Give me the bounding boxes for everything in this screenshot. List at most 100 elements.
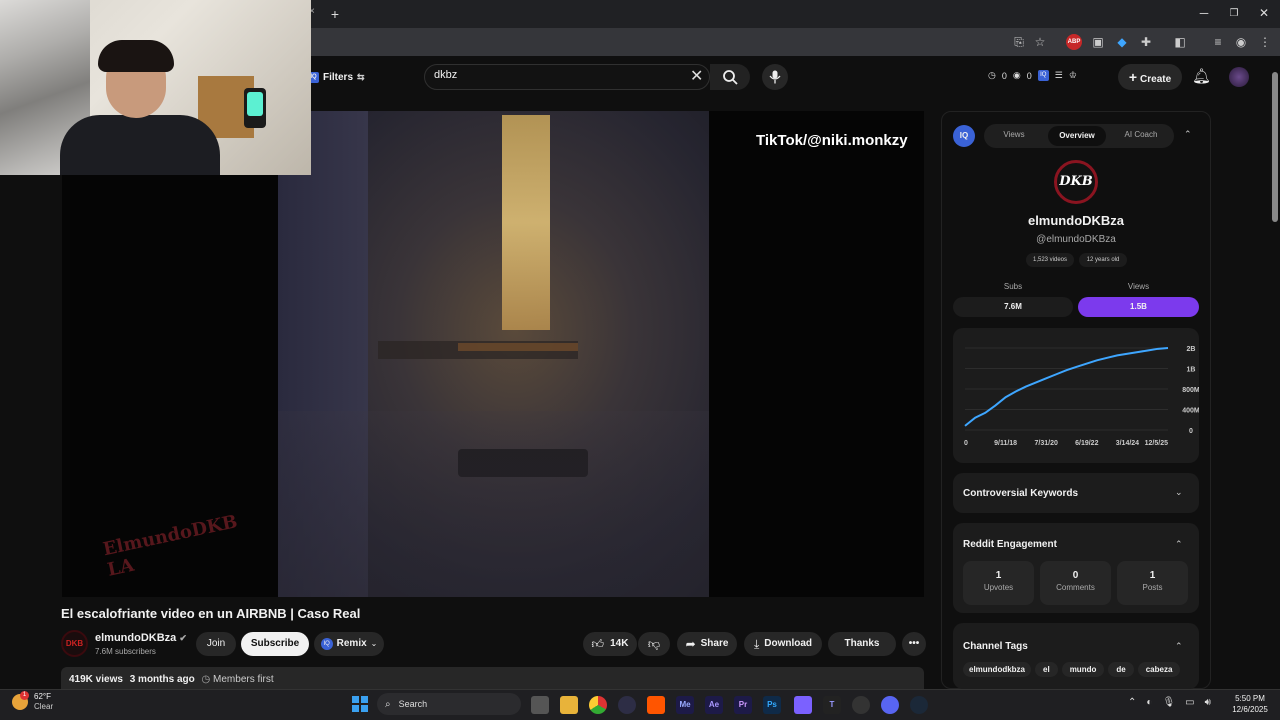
photoshop-icon[interactable]: Ps (763, 696, 781, 714)
subscribe-button[interactable]: Subscribe (241, 632, 309, 656)
after-effects-icon[interactable]: Ae (705, 696, 723, 714)
tag-chip[interactable]: elmundodkbza (963, 662, 1032, 677)
subs-value[interactable]: 7.6M (953, 297, 1073, 317)
upvotes-value: 1 (995, 570, 1002, 581)
bookmark-star-icon[interactable]: ☆ (1032, 34, 1048, 50)
tray-app-icon: ◐ (1146, 697, 1153, 708)
panel-channel-name: elmundoDKBza (1027, 213, 1125, 228)
webcam-overlay (0, 0, 311, 175)
upvotes-label: Upvotes (983, 583, 1014, 592)
split-screen-icon[interactable]: ◧ (1172, 34, 1188, 50)
search-input[interactable]: dkbz (434, 69, 457, 81)
user-avatar[interactable] (1229, 67, 1249, 87)
text-app-icon[interactable]: T (823, 696, 841, 714)
discord-icon[interactable] (881, 696, 899, 714)
chrome-icon[interactable] (589, 696, 607, 714)
taskbar-search-box[interactable]: ⌕ Search (377, 693, 521, 715)
clock[interactable]: 5:50 PM 12/6/2025 (1224, 693, 1276, 715)
profile-icon[interactable]: ◉ (1233, 34, 1249, 50)
download-button[interactable]: ⤓ Download (744, 632, 822, 656)
download-label: Download (764, 638, 813, 649)
tag-chip[interactable]: de (1108, 662, 1134, 677)
notification-badge: 1 (20, 691, 29, 700)
minimize-icon[interactable]: ─ (1194, 6, 1214, 20)
channel-logo: DKB (1054, 160, 1098, 204)
extension-icon[interactable]: ▣ (1090, 34, 1106, 50)
collapse-chevron-icon[interactable]: ⌃ (1175, 641, 1183, 652)
taskbar-search-label: Search (398, 699, 428, 709)
share-button[interactable]: ➦ Share (677, 632, 737, 656)
ad-blocker-extension-icon[interactable]: ABP (1066, 34, 1082, 50)
create-button[interactable]: + Create (1118, 64, 1182, 90)
filters-label: Filters (323, 71, 354, 83)
windows-start-icon[interactable] (352, 696, 368, 712)
vidiq-extension-icon[interactable]: ◆ (1114, 34, 1130, 50)
join-button[interactable]: Join (196, 632, 236, 656)
plus-icon: + (1128, 69, 1138, 85)
new-tab-button[interactable]: + (326, 5, 344, 23)
views-chart: 0 400M 800M 1B 2B 0 9/11/18 7/31/20 6/19/22 3/14/… (964, 346, 1199, 447)
scrollbar-thumb[interactable] (1272, 72, 1278, 222)
download-icon: ⤓ (753, 637, 760, 651)
system-tray[interactable]: ⌃ ◐ 🎙︎ ▭ 🔊︎ (1128, 697, 1211, 708)
thanks-button[interactable]: Thanks (828, 632, 896, 656)
channel-avatar[interactable]: DKB (61, 630, 88, 657)
weather-desc: Clear (34, 702, 54, 711)
weather-widget[interactable]: 1 62°F Clear (12, 691, 54, 712)
share-icon: ➦ (685, 637, 696, 651)
tag-chip[interactable]: el (1035, 662, 1058, 677)
task-view-icon[interactable] (531, 696, 549, 714)
windows-taskbar (0, 689, 1280, 720)
search-box[interactable] (424, 64, 710, 90)
thumbs-up-icon: 👍︎ (591, 637, 605, 651)
filters-button[interactable]: IQ Filters ⇆ (308, 66, 365, 88)
tag-chip[interactable]: mundo (1061, 662, 1105, 677)
verified-icon: ✔ (179, 633, 187, 643)
obs-icon[interactable] (618, 696, 636, 714)
chart-y-tick: 2B (1187, 346, 1196, 353)
app-icon[interactable] (794, 696, 812, 714)
steam-icon[interactable] (910, 696, 928, 714)
more-horizontal-icon: ••• (908, 638, 920, 649)
stat-count-2: 0 (1026, 70, 1032, 81)
tab-ai-coach[interactable]: AI Coach (1116, 130, 1166, 139)
media-controls-icon[interactable]: ≡ (1210, 34, 1226, 50)
clear-search-icon[interactable]: ✕ (690, 66, 703, 86)
search-button[interactable] (710, 64, 750, 90)
kebab-menu-icon[interactable]: ⋮ (1257, 34, 1273, 50)
soundcloud-icon[interactable] (647, 696, 665, 714)
collapse-chevron-icon[interactable]: ⌃ (1175, 539, 1183, 550)
install-app-icon[interactable]: ⎘ (1011, 34, 1027, 50)
dislike-button[interactable]: 👎︎ (638, 632, 670, 656)
steam-alt-icon[interactable] (852, 696, 870, 714)
chart-x-tick: 6/19/22 (1075, 440, 1098, 447)
stat-count-1: 0 (1001, 70, 1007, 81)
collapse-chevron-icon[interactable]: ⌃ (1184, 129, 1192, 140)
maximize-icon[interactable]: ❐ (1224, 8, 1244, 19)
search-icon (723, 70, 738, 85)
media-encoder-icon[interactable]: Me (676, 696, 694, 714)
chevron-up-icon: ⌃ (1128, 697, 1137, 708)
tag-chip[interactable]: cabeza (1137, 662, 1181, 677)
like-button[interactable]: 👍︎ 14K (583, 632, 637, 656)
close-window-icon[interactable]: ✕ (1254, 6, 1274, 20)
vidiq-stats-toolbar[interactable]: ◷ 0 ◉ 0 IQ ☰ ♔ (988, 70, 1077, 81)
premiere-icon[interactable]: Pr (734, 696, 752, 714)
remix-button[interactable]: IQ Remix ⌄ (314, 632, 384, 656)
more-actions-button[interactable]: ••• (902, 632, 926, 656)
voice-search-button[interactable] (762, 64, 788, 90)
views-value[interactable]: 1.5B (1078, 297, 1199, 317)
reddit-engagement-title: Reddit Engagement (963, 539, 1057, 550)
tab-views[interactable]: Views (994, 130, 1034, 139)
puzzle-extensions-icon[interactable]: ✚ (1138, 34, 1154, 50)
vidiq-logo-badge: IQ (953, 125, 975, 147)
upload-age: 3 months ago (129, 674, 195, 685)
chart-series-line (964, 347, 1169, 427)
description-box[interactable]: 419K views 3 months ago ◷ Members first (61, 667, 924, 689)
controversial-keywords-title: Controversial Keywords (963, 488, 1079, 499)
tab-overview[interactable]: Overview (1048, 126, 1106, 146)
notifications-bell-icon[interactable]: 🔔︎ (1192, 67, 1211, 85)
channel-name[interactable]: elmundoDKBza ✔ (95, 632, 187, 644)
file-explorer-icon[interactable] (560, 696, 578, 714)
expand-chevron-icon[interactable]: ⌄ (1175, 487, 1183, 498)
